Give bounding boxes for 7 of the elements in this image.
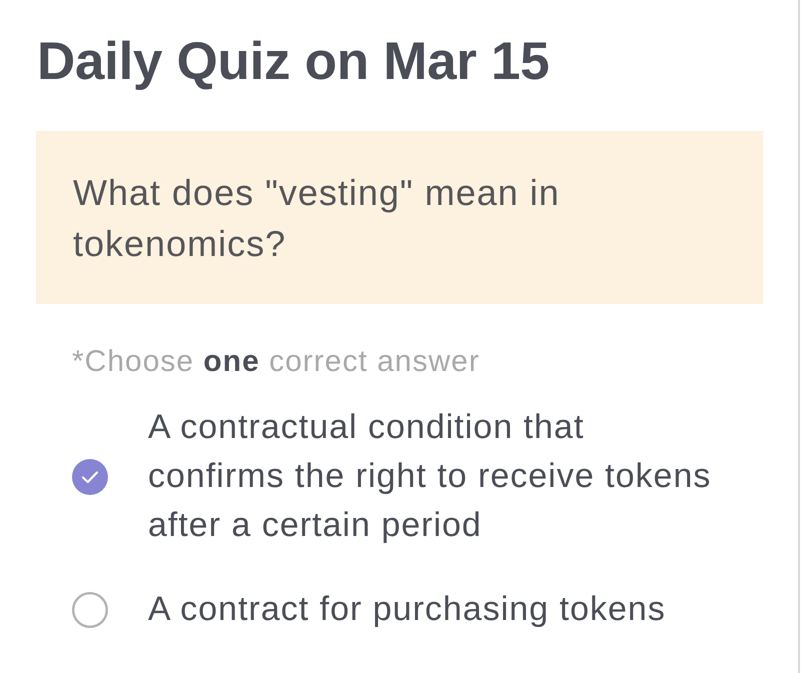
question-text: What does "vesting" mean in tokenomics? <box>73 171 561 266</box>
radio-checked-icon[interactable] <box>72 458 108 494</box>
answer-option-text[interactable]: A contract for purchasing tokens <box>148 585 722 634</box>
instruction-text: *Choose one correct answer <box>72 344 481 380</box>
answer-option-text[interactable]: A contractual condition that confirms the right to receive tokens after a certain period <box>148 403 722 550</box>
radio-unchecked-icon[interactable] <box>72 592 108 628</box>
quiz-title: Daily Quiz on Mar 15 <box>37 32 550 92</box>
